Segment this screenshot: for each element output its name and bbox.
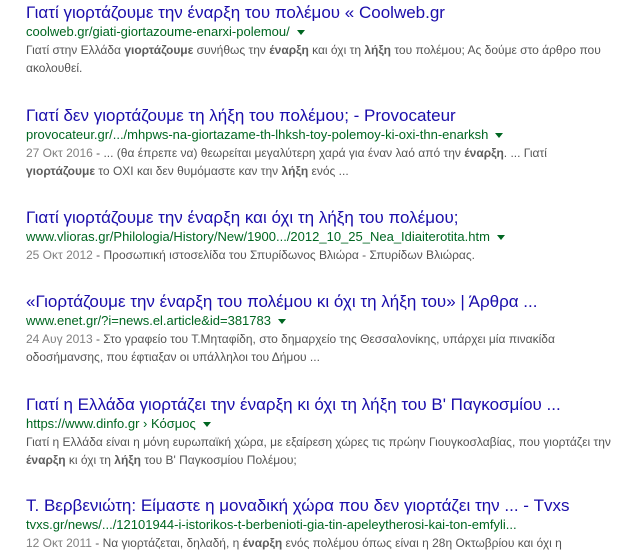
result-url-line: provocateur.gr/.../mhpws-na-giortazame-t… [26,126,618,144]
result-date: 12 Οκτ 2011 [26,536,92,550]
result-url-line: www.enet.gr/?i=news.el.article&id=381783 [26,312,618,330]
result-date: 24 Αυγ 2013 [26,332,93,346]
snippet-text: ενός ... [308,164,349,178]
dropdown-arrow-icon[interactable] [202,421,211,427]
snippet-text: - Να γιορτάζεται, δηλαδή, η [91,536,243,550]
result-6: Τ. Βερβενιώτη: Είμαστε η μοναδική χώρα π… [26,495,618,552]
dropdown-arrow-icon[interactable] [496,234,505,240]
result-title[interactable]: Γιατί δεν γιορτάζουμε τη λήξη του πολέμο… [26,105,618,126]
dropdown-arrow-icon[interactable] [296,29,305,35]
result-url: tvxs.gr/news/.../12101944-i-istorikos-t-… [26,517,517,532]
result-url: www.enet.gr/?i=news.el.article&id=381783 [26,313,271,328]
result-snippet: 12 Οκτ 2011 - Να γιορτάζεται, δηλαδή, η … [26,534,618,552]
result-snippet: 24 Αυγ 2013 - Στο γραφείο του Τ.Μηταφίδη… [26,330,618,366]
result-date: 25 Οκτ 2012 [26,248,93,262]
result-title[interactable]: Γιατί γιορτάζουμε την έναρξη του πολέμου… [26,2,618,23]
result-5: Γιατί η Ελλάδα γιορτάζει την έναρξη κι ό… [26,394,618,469]
snippet-highlight: λήξη [364,43,392,57]
result-url-line: www.vlioras.gr/Philologia/History/New/19… [26,228,618,246]
snippet-highlight: λήξη [281,164,309,178]
result-4: «Γιορτάζουμε την έναρξη του πολέμου κι ό… [26,291,618,366]
result-url-line: https://www.dinfo.gr › Κόσμος [26,415,618,433]
snippet-text: - Προσωπική ιστοσελίδα του Σπυρίδωνος Βλ… [92,248,475,262]
dropdown-arrow-icon[interactable] [277,318,286,324]
result-snippet: Γιατί η Ελλάδα είναι η μόνη ευρωπαϊκή χώ… [26,433,618,469]
snippet-text: του Β' Παγκοσμίου Πολέμου; [140,453,297,467]
result-title[interactable]: Γιατί η Ελλάδα γιορτάζει την έναρξη κι ό… [26,394,618,415]
snippet-highlight: έναρξη [269,43,309,57]
result-title[interactable]: Γιατί γιορτάζουμε την έναρξη και όχι τη … [26,207,618,228]
result-1: Γιατί γιορτάζουμε την έναρξη του πολέμου… [26,2,618,77]
result-snippet: Γιατί στην Ελλάδα γιορτάζουμε συνήθως τη… [26,41,618,77]
snippet-text: Γιατί η Ελλάδα είναι η μόνη ευρωπαϊκή χώ… [26,435,611,449]
result-title[interactable]: Τ. Βερβενιώτη: Είμαστε η μοναδική χώρα π… [26,495,618,516]
snippet-text: ενός πολέμου όπως είναι η 28η Οκτωβρίου … [282,536,562,550]
snippet-text: . ... Γιατί [503,146,547,160]
snippet-highlight: γιορτάζουμε [124,43,194,57]
result-url-line: coolweb.gr/giati-giortazoume-enarxi-pole… [26,23,618,41]
snippet-text: κι όχι τη [65,453,115,467]
result-title[interactable]: «Γιορτάζουμε την έναρξη του πολέμου κι ό… [26,291,618,312]
dropdown-arrow-icon[interactable] [495,132,504,138]
snippet-text: Γιατί στην Ελλάδα [26,43,125,57]
result-snippet: 25 Οκτ 2012 - Προσωπική ιστοσελίδα του Σ… [26,246,618,264]
result-2: Γιατί δεν γιορτάζουμε τη λήξη του πολέμο… [26,105,618,180]
result-url: coolweb.gr/giati-giortazoume-enarxi-pole… [26,24,290,39]
snippet-highlight: γιορτάζουμε [26,164,96,178]
snippet-highlight: έναρξη [26,453,66,467]
result-snippet: 27 Οκτ 2016 - ... (θα έπρεπε να) θεωρείτ… [26,144,618,180]
result-date: 27 Οκτ 2016 [26,146,93,160]
snippet-text: το ΟΧΙ και δεν θυμόμαστε καν την [95,164,282,178]
snippet-highlight: έναρξη [242,536,283,550]
snippet-text: συνήθως την [193,43,270,57]
result-url: www.vlioras.gr/Philologia/History/New/19… [26,229,490,244]
snippet-text: - Στο γραφείο του Τ.Μηταφίδη, στο δημαρχ… [26,332,555,364]
snippet-highlight: έναρξη [464,146,504,160]
result-url-line: tvxs.gr/news/.../12101944-i-istorikos-t-… [26,516,618,534]
result-url: https://www.dinfo.gr › Κόσμος [26,416,196,431]
snippet-text: και όχι τη [308,43,365,57]
result-url: provocateur.gr/.../mhpws-na-giortazame-t… [26,127,489,142]
snippet-highlight: λήξη [114,453,141,467]
result-3: Γιατί γιορτάζουμε την έναρξη και όχι τη … [26,207,618,264]
snippet-text: - ... (θα έπρεπε να) θεωρείται μεγαλύτερ… [92,146,465,160]
